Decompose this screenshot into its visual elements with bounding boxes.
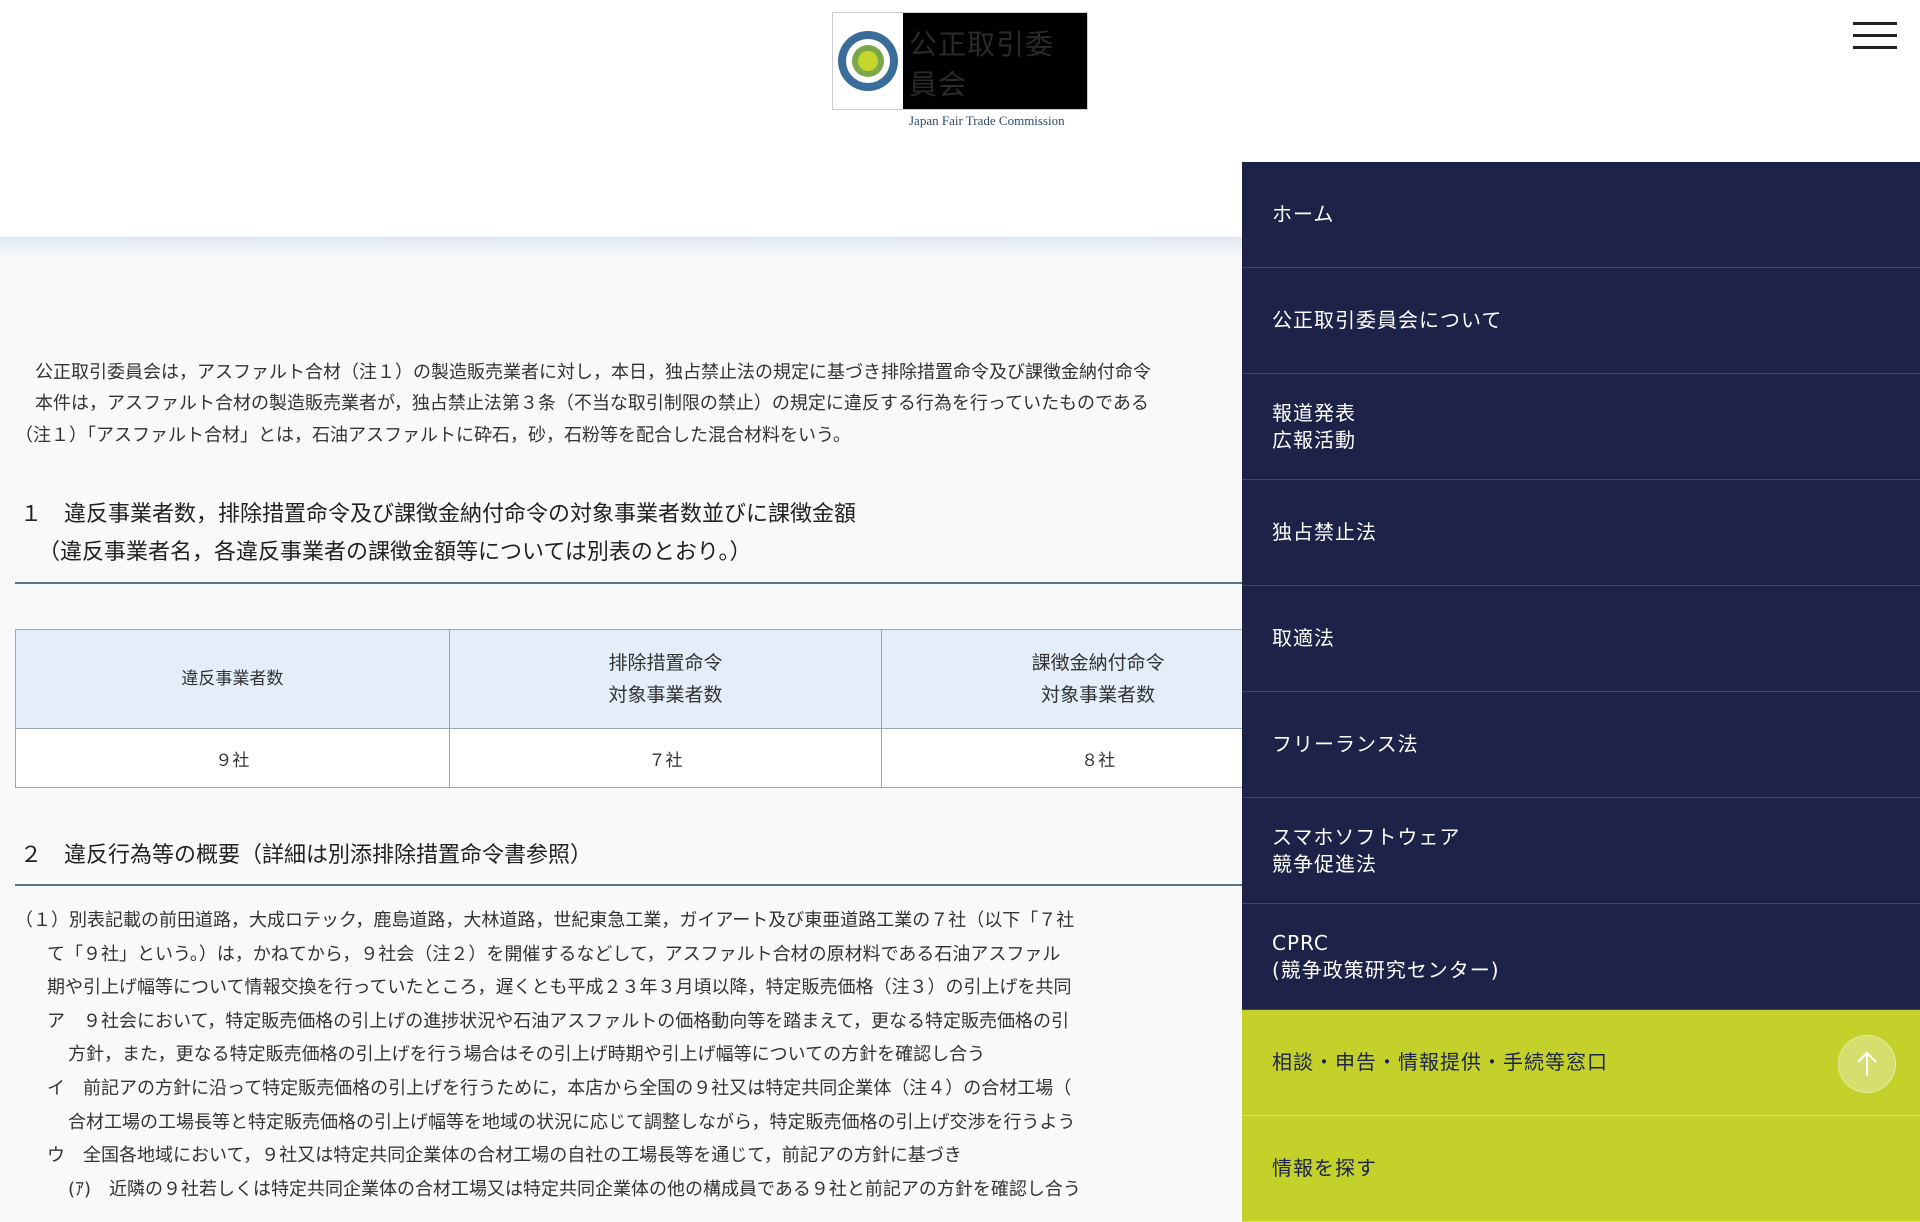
body-line: 期や引上げ幅等について情報交換を行っていたところ，遅くとも平成２３年３月頃以降，…	[47, 977, 1072, 998]
scroll-to-top-button[interactable]	[1838, 1035, 1896, 1093]
seal-icon	[833, 13, 903, 109]
divider	[15, 582, 1275, 584]
intro-note: （注１）「アスファルト合材」とは，石油アスファルトに砕石，砂，石粉等を配合した混…	[15, 425, 851, 446]
header-cell: 違反事業者数	[15, 629, 450, 729]
header-cell: 排除措置命令 対象事業者数	[448, 629, 883, 729]
body-line: （１）別表記載の前田道路，大成ロテック，鹿島道路，大林道路，世紀東急工業，ガイア…	[15, 910, 1075, 931]
menu-item-cprc[interactable]: CPRC (競争政策研究センター)	[1242, 904, 1920, 1010]
menu-item-search[interactable]: 情報を探す	[1242, 1116, 1920, 1222]
nav-menu: ホーム 公正取引委員会について 報道発表 広報活動 独占禁止法 取適法 フリーラン…	[1242, 162, 1920, 1222]
menu-item-about[interactable]: 公正取引委員会について	[1242, 268, 1920, 374]
body-line: 合材工場の工場長等と特定販売価格の引上げ幅等を地域の状況に応じて調整しながら，特…	[68, 1112, 1076, 1133]
body-line: ア ９社会において，特定販売価格の引上げの進捗状況や石油アスファルトの価格動向等…	[47, 1011, 1070, 1032]
body-line: イ 前記アの方針に沿って特定販売価格の引上げを行うために，本店から全国の９社又は…	[47, 1078, 1072, 1099]
menu-item-consultation[interactable]: 相談・申告・情報提供・手続等窓口	[1242, 1010, 1920, 1116]
section1-title: １ 違反事業者数，排除措置命令及び課徴金納付命令の対象事業者数並びに課徴金額	[20, 502, 857, 527]
hamburger-menu-icon[interactable]	[1853, 22, 1897, 52]
jftc-logo[interactable]: 公正取引委員会 Japan Fair Trade Commission	[832, 12, 1088, 128]
menu-item-press[interactable]: 報道発表 広報活動	[1242, 374, 1920, 480]
divider	[15, 884, 1275, 886]
section1-subtitle: （違反事業者名，各違反事業者の課徴金額等については別表のとおり。）	[38, 540, 752, 565]
body-line: (ｱ) 近隣の９社若しくは特定共同企業体の合材工場又は特定共同企業体の他の構成員…	[68, 1179, 1081, 1200]
arrow-up-icon	[1857, 1051, 1877, 1076]
body-line: て「９社」という。）は，かねてから，９社会（注２）を開催するなどして，アスファル…	[47, 944, 1061, 965]
body-line: ウ 全国各地域において，９社又は特定共同企業体の合材工場の自社の工場長等を通じて…	[47, 1145, 962, 1166]
menu-item-smartphone-act[interactable]: スマホソフトウェア 競争促進法	[1242, 798, 1920, 904]
body-line: 方針，また，更なる特定販売価格の引上げを行う場合はその引上げ時期や引上げ幅等につ…	[68, 1044, 986, 1065]
intro-line: 公正取引委員会は，アスファルト合材（注１）の製造販売業者に対し，本日，独占禁止法…	[35, 362, 1151, 383]
value-cell: ９社	[15, 728, 450, 788]
summary-table: 違反事業者数 排除措置命令 対象事業者数 課徴金納付命令 対象事業者数 ９社 ７社 …	[15, 629, 1315, 788]
menu-item-toriteki[interactable]: 取適法	[1242, 586, 1920, 692]
intro-line: 本件は，アスファルト合材の製造販売業者が，独占禁止法第３条（不当な取引制限の禁止…	[35, 393, 1149, 414]
menu-item-home[interactable]: ホーム	[1242, 162, 1920, 268]
menu-item-freelance[interactable]: フリーランス法	[1242, 692, 1920, 798]
section2-title: ２ 違反行為等の概要（詳細は別添排除措置命令書参照）	[20, 843, 593, 868]
logo-en: Japan Fair Trade Commission	[909, 113, 1065, 128]
logo-jp: 公正取引委員会	[909, 28, 1055, 101]
menu-item-antimonopoly[interactable]: 独占禁止法	[1242, 480, 1920, 586]
value-cell: ７社	[448, 728, 883, 788]
